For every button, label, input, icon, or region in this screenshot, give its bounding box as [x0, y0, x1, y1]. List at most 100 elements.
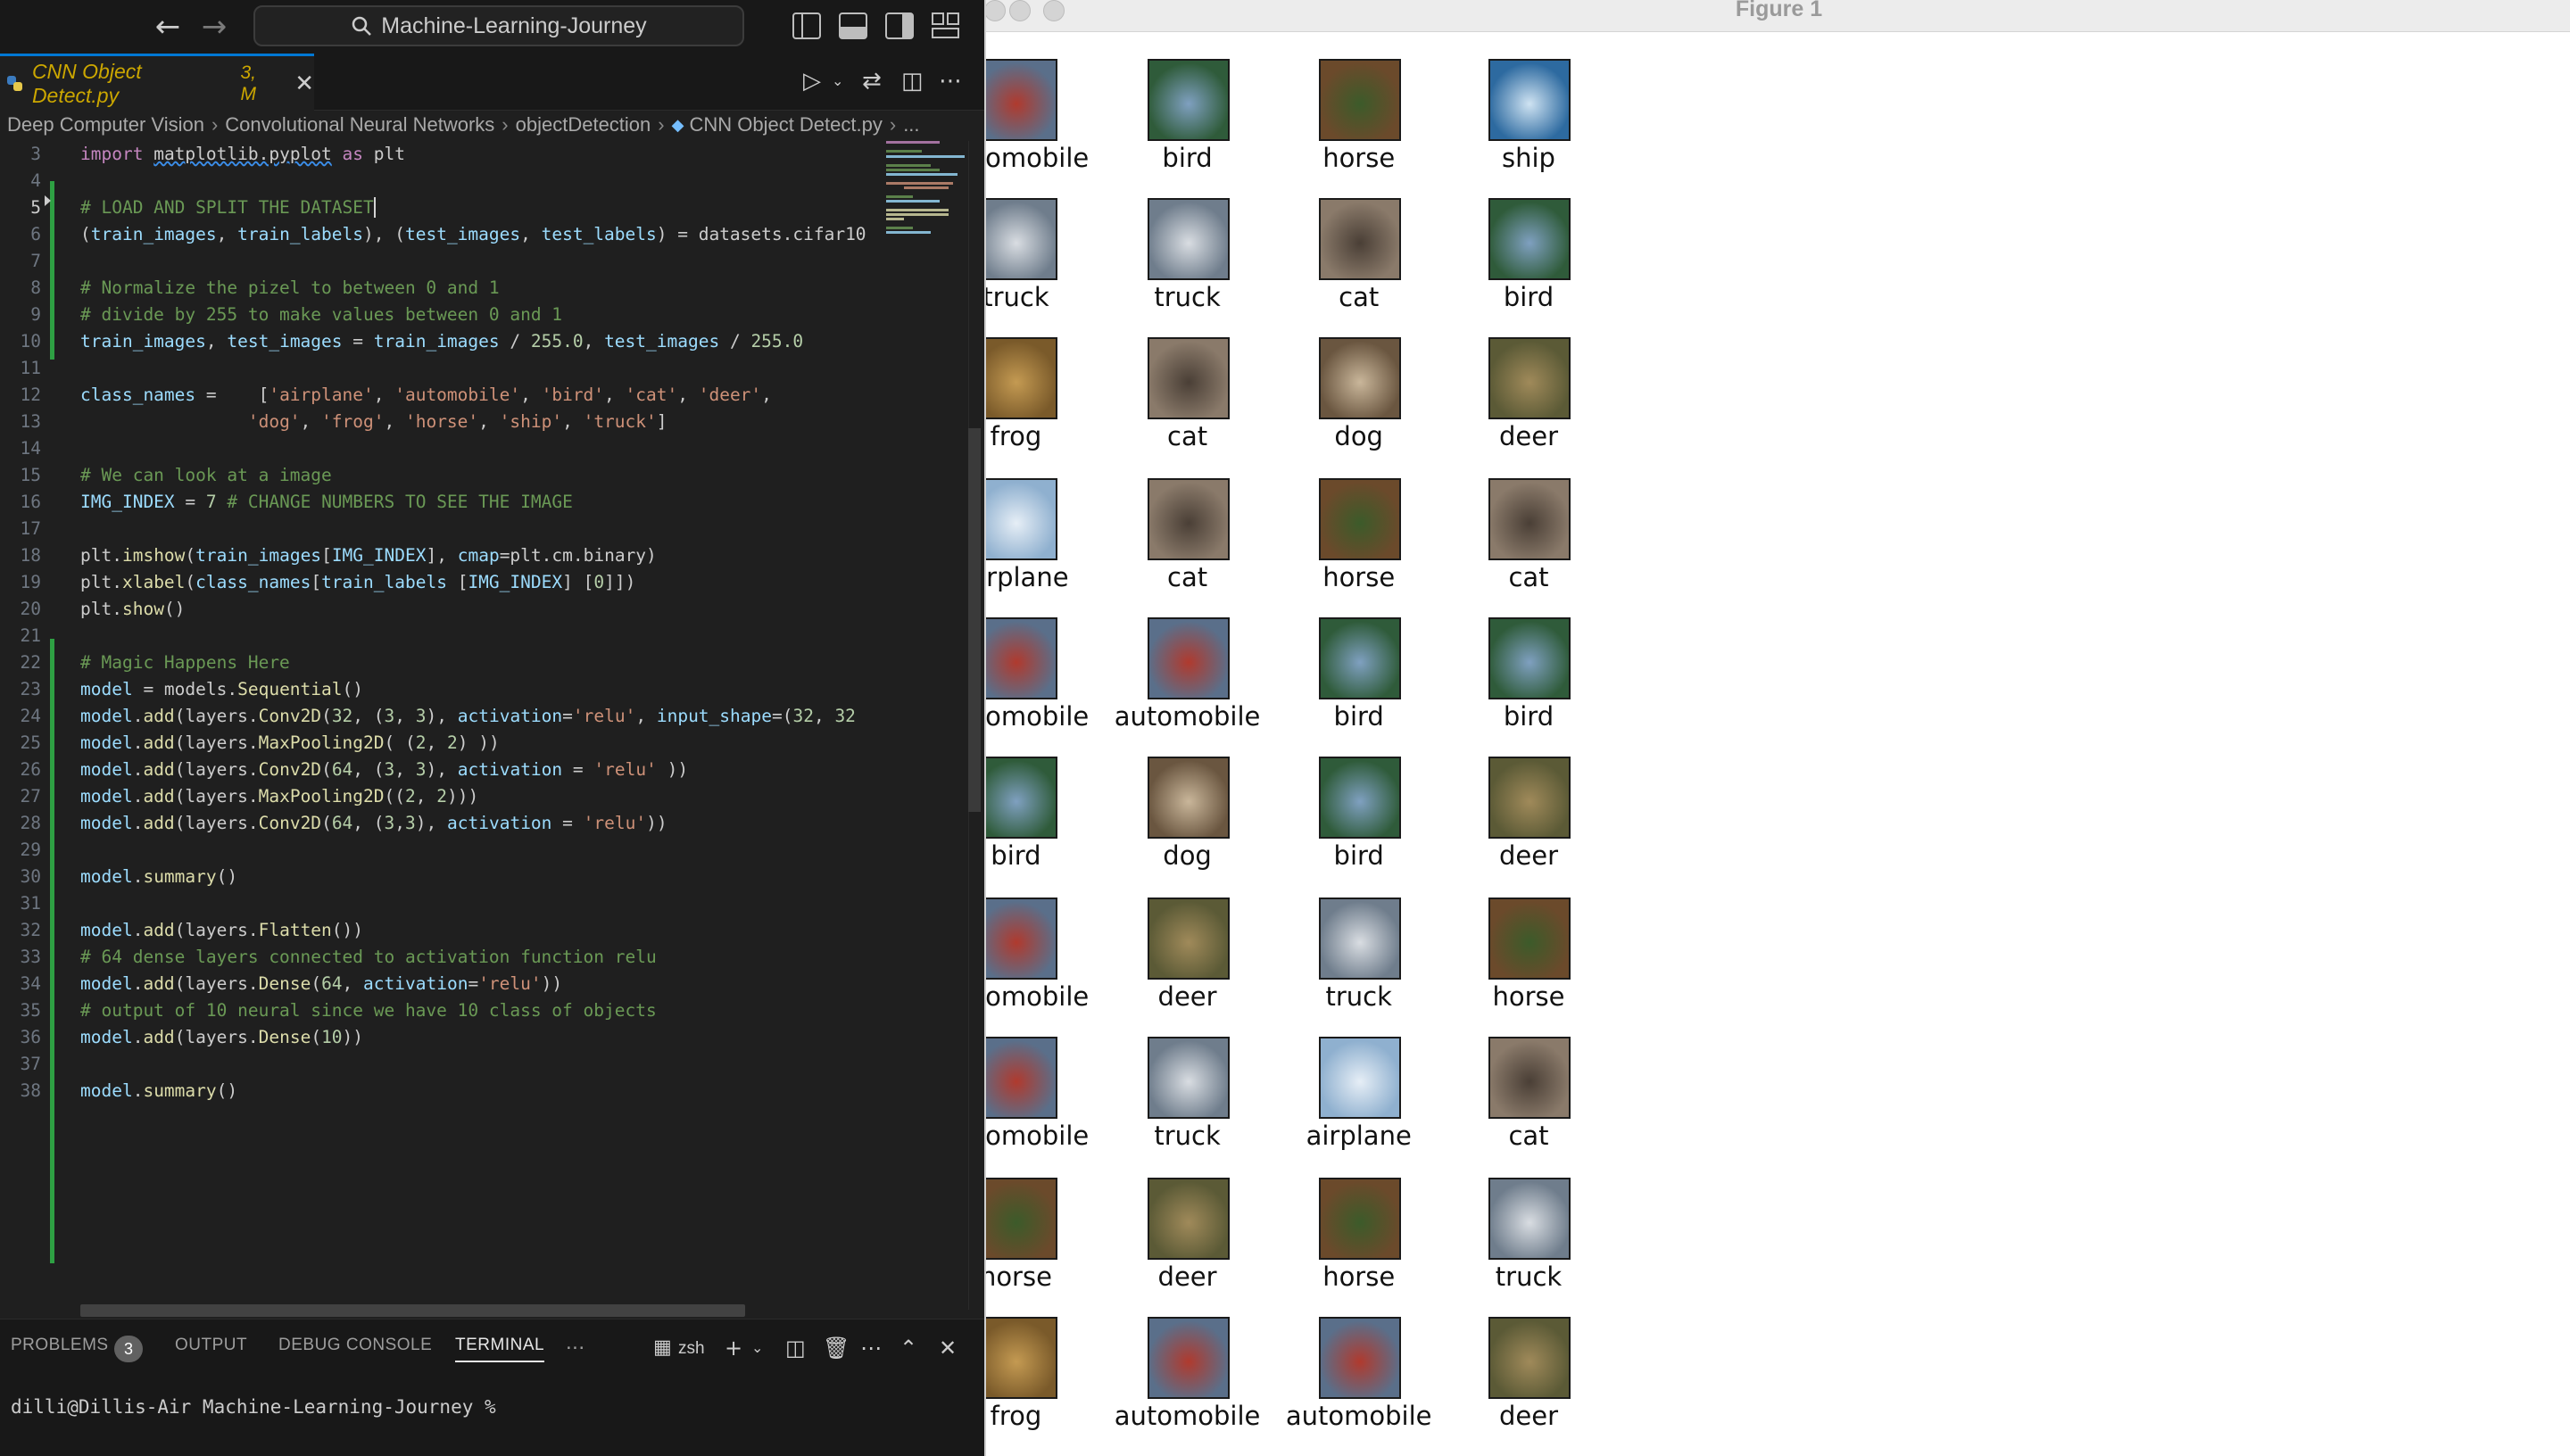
code-line[interactable]: 21 [0, 623, 892, 649]
cifar-thumbnail [986, 1036, 1058, 1119]
more-actions-icon[interactable]: ⋯ [860, 1332, 882, 1364]
code-line[interactable]: 3 import matplotlib.pyplot as plt [0, 141, 892, 168]
code-line[interactable]: 16 IMG_INDEX = 7 # CHANGE NUMBERS TO SEE … [0, 489, 892, 516]
code-line[interactable]: 10 train_images, test_images = train_imag… [0, 328, 892, 355]
terminal-icon: ▦ [653, 1336, 672, 1359]
cifar-thumbnail [1147, 1177, 1230, 1260]
code-line[interactable]: 6 (train_images, train_labels), (test_ima… [0, 221, 892, 248]
breadcrumb-item[interactable]: ... [903, 113, 919, 136]
chevron-right-icon: › [658, 113, 665, 136]
command-center-search[interactable]: Machine-Learning-Journey [253, 5, 744, 46]
split-editor-icon[interactable]: ◫ [901, 68, 924, 95]
code-line[interactable]: 26 model.add(layers.Conv2D(64, (3, 3), ac… [0, 757, 892, 783]
code-line[interactable]: 14 [0, 435, 892, 462]
code-text: # LOAD AND SPLIT THE DATASET [80, 197, 376, 218]
tab-problems[interactable]: PROBLEMS [11, 1336, 109, 1362]
toggle-secondary-sidebar-icon[interactable] [885, 12, 914, 39]
line-number: 37 [20, 1054, 41, 1074]
breadcrumb-item[interactable]: Deep Computer Vision [7, 113, 204, 136]
image-cell: bird [986, 757, 1105, 892]
code-line[interactable]: 4 [0, 168, 892, 194]
code-line[interactable]: 18 plt.imshow(train_images[IMG_INDEX], cm… [0, 542, 892, 569]
code-line[interactable]: 29 [0, 837, 892, 864]
horizontal-scrollbar-thumb[interactable] [80, 1304, 745, 1317]
cifar-thumbnail [986, 478, 1058, 561]
code-line[interactable]: 25 model.add(layers.MaxPooling2D( (2, 2) … [0, 730, 892, 757]
code-line[interactable]: 27 model.add(layers.MaxPooling2D((2, 2))) [0, 783, 892, 810]
maximize-panel-icon[interactable]: ⌃ [900, 1332, 917, 1364]
code-line[interactable]: 37 [0, 1051, 892, 1078]
cifar-thumbnail [1147, 59, 1230, 142]
code-line[interactable]: 9 # divide by 255 to make values between … [0, 302, 892, 328]
cifar-thumbnail [1488, 1316, 1571, 1399]
code-line[interactable]: 5 # LOAD AND SPLIT THE DATASET [0, 194, 892, 221]
code-text: model.add(layers.Conv2D(64, (3,3), activ… [80, 813, 667, 833]
image-label: deer [1498, 840, 1558, 872]
code-line[interactable]: 28 model.add(layers.Conv2D(64, (3,3), act… [0, 810, 892, 837]
code-line[interactable]: 8 # Normalize the pizel to between 0 and … [0, 275, 892, 302]
trash-icon[interactable]: 🗑 [823, 1332, 850, 1364]
code-line[interactable]: 24 model.add(layers.Conv2D(32, (3, 3), ac… [0, 703, 892, 730]
code-line[interactable]: 32 model.add(layers.Flatten()) [0, 917, 892, 944]
code-line[interactable]: 33 # 64 dense layers connected to activat… [0, 944, 892, 971]
new-terminal-icon[interactable]: + [725, 1332, 742, 1364]
code-line[interactable]: 13 'dog', 'frog', 'horse', 'ship', 'truc… [0, 409, 892, 435]
terminal-shell-name[interactable]: zsh [678, 1339, 705, 1359]
more-panels-icon[interactable]: ... [566, 1330, 585, 1357]
tab-output[interactable]: OUTPUT [175, 1336, 247, 1362]
code-line[interactable]: 12 class_names = ['airplane', 'automobile… [0, 382, 892, 409]
tab-cnn-object-detect[interactable]: CNN Object Detect.py 3, M ✕ [0, 54, 314, 111]
terminal-prompt[interactable]: dilli@Dillis-Air Machine-Learning-Journe… [11, 1396, 496, 1418]
image-cell: cat [1439, 1036, 1618, 1172]
cifar-thumbnail [1147, 337, 1230, 420]
forward-arrow-icon[interactable]: → [195, 7, 234, 46]
code-line[interactable]: 22 # Magic Happens Here [0, 649, 892, 676]
split-terminal-icon[interactable]: ◫ [785, 1332, 806, 1364]
code-text: model = models.Sequential() [80, 679, 363, 699]
code-editor[interactable]: 3 import matplotlib.pyplot as plt 4 5 # LOAD… [0, 141, 984, 1310]
image-label: dog [1163, 840, 1212, 872]
customize-layout-icon[interactable] [932, 12, 960, 39]
open-changes-icon[interactable]: ⇄ [862, 68, 882, 95]
image-cell: automobile [986, 617, 1105, 753]
code-line[interactable]: 17 [0, 516, 892, 542]
code-line[interactable]: 34 model.add(layers.Dense(64, activation=… [0, 971, 892, 997]
cifar-thumbnail [1488, 198, 1571, 281]
image-cell: bird [1270, 617, 1448, 753]
line-number: 26 [20, 759, 41, 780]
minimap[interactable] [886, 141, 966, 239]
code-line[interactable]: 7 [0, 248, 892, 275]
chevron-right-icon: › [211, 113, 219, 136]
code-line[interactable]: 20 plt.show() [0, 596, 892, 623]
code-line[interactable]: 31 [0, 890, 892, 917]
chevron-down-icon[interactable]: ⌄ [751, 1332, 763, 1364]
image-label: bird [1162, 143, 1213, 174]
code-line[interactable]: 11 [0, 355, 892, 382]
tab-terminal[interactable]: TERMINAL [455, 1336, 545, 1362]
toggle-primary-sidebar-icon[interactable] [792, 12, 821, 39]
code-line[interactable]: 36 model.add(layers.Dense(10)) [0, 1024, 892, 1051]
cifar-thumbnail [1488, 337, 1571, 420]
vertical-scrollbar-thumb[interactable] [968, 428, 981, 812]
breadcrumb-item[interactable]: objectDetection [516, 113, 651, 136]
code-line[interactable]: 15 # We can look at a image [0, 462, 892, 489]
image-cell: horse [1439, 897, 1618, 1033]
breadcrumb-item[interactable]: CNN Object Detect.py [689, 113, 882, 136]
image-cell: automobile [986, 59, 1105, 194]
toggle-panel-icon[interactable] [839, 12, 867, 39]
chevron-down-icon[interactable]: ⌄ [832, 68, 843, 95]
more-actions-icon[interactable]: ⋯ [939, 68, 962, 95]
code-line[interactable]: 38 model.summary() [0, 1078, 892, 1104]
close-icon[interactable]: ✕ [939, 1332, 957, 1364]
code-line[interactable]: 19 plt.xlabel(class_names[train_labels [I… [0, 569, 892, 596]
code-line[interactable]: 30 model.summary() [0, 864, 892, 890]
line-number: 22 [20, 652, 41, 673]
code-line[interactable]: 23 model = models.Sequential() [0, 676, 892, 703]
back-arrow-icon[interactable]: ← [148, 7, 187, 46]
tab-debug-console[interactable]: DEBUG CONSOLE [278, 1336, 432, 1362]
breadcrumb-item[interactable]: Convolutional Neural Networks [225, 113, 494, 136]
run-icon[interactable]: ▷ [803, 68, 821, 95]
close-icon[interactable]: ✕ [294, 70, 314, 97]
image-label: horse [1322, 1261, 1396, 1292]
code-line[interactable]: 35 # output of 10 neural since we have 10… [0, 997, 892, 1024]
